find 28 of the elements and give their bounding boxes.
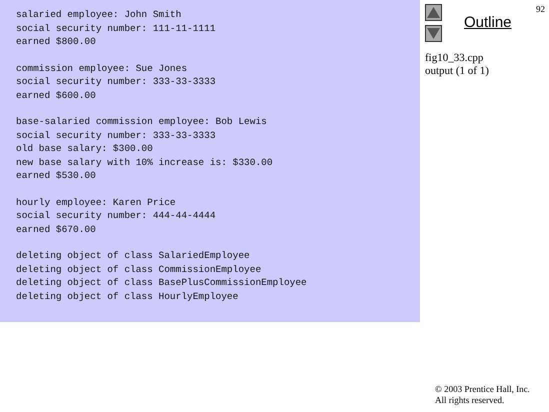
output-line: deleting object of class BasePlusCommissionEmployee — [16, 276, 308, 290]
output-line: earned $530.00 — [16, 169, 97, 182]
output-line: commission employee: Sue Jones — [16, 62, 188, 75]
output-line: deleting object of class SalariedEmployee — [16, 249, 251, 262]
output-line: earned $800.00 — [16, 35, 97, 48]
output-line: social security number: 444-44-4444 — [16, 209, 217, 222]
output-line: social security number: 333-33-3333 — [16, 128, 217, 142]
output-line: new base salary with 10% increase is: $330.00 — [16, 156, 274, 169]
page-number: 92 — [536, 4, 545, 14]
down-triangle-icon — [427, 28, 440, 39]
file-name: fig10_33.cpp — [425, 52, 484, 65]
output-line: old base salary: $300.00 — [16, 142, 154, 156]
output-line: base-salaried commission employee: Bob Lewis — [16, 115, 268, 128]
output-line: deleting object of class CommissionEmployee — [16, 262, 262, 276]
copyright-text: © 2003 Prentice Hall, Inc. — [435, 384, 531, 395]
down-arrow-button[interactable] — [425, 25, 442, 42]
output-line: deleting object of class HourlyEmployee — [16, 290, 240, 303]
up-arrow-button[interactable] — [425, 4, 442, 21]
output-line: earned $670.00 — [16, 222, 97, 236]
output-line: hourly employee: Karen Price — [16, 196, 177, 209]
outline-link[interactable]: Outline — [464, 14, 512, 31]
output-line: social security number: 333-33-3333 — [16, 75, 217, 88]
rights-text: All rights reserved. — [435, 395, 506, 406]
caption: output (1 of 1) — [425, 65, 490, 78]
output-line: social security number: 111-11-1111 — [16, 22, 217, 35]
output-line: salaried employee: John Smith — [16, 8, 182, 22]
output-line: earned $600.00 — [16, 88, 97, 102]
up-triangle-icon — [427, 7, 440, 18]
